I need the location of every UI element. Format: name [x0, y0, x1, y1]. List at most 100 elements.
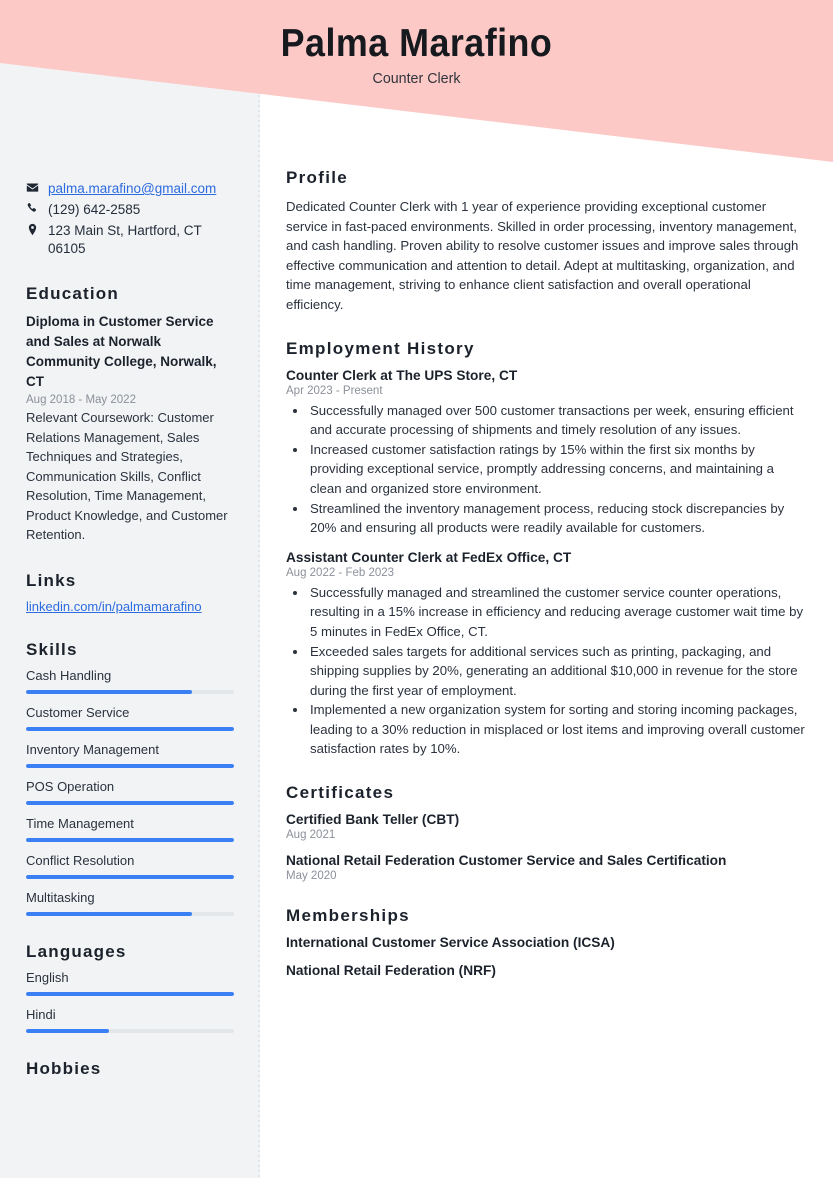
jobs-list: Counter Clerk at The UPS Store, CT Apr 20…: [286, 368, 806, 760]
skill-item: POS Operation: [26, 779, 234, 805]
membership-item: International Customer Service Associati…: [286, 935, 615, 951]
language-item-label: Hindi: [26, 1006, 56, 1022]
profile-section: Profile Dedicated Counter Clerk with 1 y…: [286, 168, 806, 315]
phone-icon: [26, 201, 48, 215]
membership-item: National Retail Federation (NRF): [286, 963, 496, 979]
languages-heading: Languages: [26, 941, 127, 961]
contact-email: palma.marafino@gmail.com: [48, 180, 216, 198]
skill-item-bar-fill: [26, 763, 234, 768]
skill-item-label: POS Operation: [26, 778, 115, 794]
job-bullet: Increased customer satisfaction ratings …: [308, 440, 806, 499]
skill-item-bar-fill: [26, 726, 234, 731]
certificate-title: Certified Bank Teller (CBT): [286, 812, 460, 828]
language-item-bar-fill: [26, 991, 234, 996]
skill-item: Multitasking: [26, 890, 234, 916]
sidebar: palma.marafino@gmail.com (129) 642-2585 …: [0, 0, 260, 1087]
skill-item-bar: [26, 837, 234, 842]
employment-section: Employment History Counter Clerk at The …: [286, 339, 806, 760]
skill-item-label: Inventory Management: [26, 741, 159, 757]
link-item: linkedin.com/in/palmamarafino: [26, 599, 234, 614]
job-bullets: Successfully managed over 500 customer t…: [286, 401, 806, 538]
skill-item-bar: [26, 689, 234, 694]
skill-item-bar-fill: [26, 689, 193, 694]
language-item-label: English: [26, 969, 69, 985]
skill-item-bar-fill: [26, 874, 234, 879]
skill-item-label: Customer Service: [26, 704, 130, 720]
education-date: Aug 2018 - May 2022: [26, 394, 136, 406]
skills-section: Skills Cash Handling Customer Service Inve…: [26, 640, 234, 916]
skill-item-label: Cash Handling: [26, 667, 112, 683]
skills-list: Cash Handling Customer Service Inventory M…: [26, 668, 234, 916]
links-heading: Links: [26, 570, 77, 590]
hobbies-heading: Hobbies: [26, 1058, 102, 1078]
email-link[interactable]: palma.marafino@gmail.com: [48, 181, 216, 196]
languages-list: English Hindi: [26, 970, 234, 1033]
certificate-title: National Retail Federation Customer Serv…: [286, 853, 727, 869]
education-item: Diploma in Customer Service and Sales at…: [26, 312, 234, 545]
certificate-item: Certified Bank Teller (CBT) Aug 2021: [286, 812, 806, 841]
skill-item-label: Multitasking: [26, 889, 95, 905]
certificates-list: Certified Bank Teller (CBT) Aug 2021 Natio…: [286, 812, 806, 882]
main-column: Profile Dedicated Counter Clerk with 1 y…: [286, 168, 806, 1002]
job-bullet: Implemented a new organization system fo…: [308, 700, 806, 759]
profile-text: Dedicated Counter Clerk with 1 year of e…: [286, 199, 799, 312]
linkedin-link[interactable]: linkedin.com/in/palmamarafino: [26, 599, 202, 614]
contact-address-row: 123 Main St, Hartford, CT 06105: [26, 222, 234, 258]
education-section: Education Diploma in Customer Service an…: [26, 284, 234, 545]
language-item-bar: [26, 991, 234, 996]
job-bullets: Successfully managed and streamlined the…: [286, 583, 806, 759]
skill-item: Cash Handling: [26, 668, 234, 694]
job-bullet: Successfully managed over 500 customer t…: [308, 401, 806, 440]
skills-heading: Skills: [26, 639, 78, 659]
contact-email-row: palma.marafino@gmail.com: [26, 180, 234, 198]
skill-item-bar: [26, 911, 234, 916]
skill-item-bar-fill: [26, 800, 234, 805]
memberships-heading: Memberships: [286, 906, 410, 926]
certificate-date: May 2020: [286, 870, 337, 883]
skill-item-bar: [26, 800, 234, 805]
job-bullet: Successfully managed and streamlined the…: [308, 583, 806, 642]
skill-item-bar: [26, 726, 234, 731]
certificates-section: Certificates Certified Bank Teller (CBT)…: [286, 783, 806, 882]
job-bullet: Streamlined the inventory management pro…: [308, 499, 806, 538]
education-description: Relevant Coursework: Customer Relations …: [26, 410, 228, 542]
links-section: Links linkedin.com/in/palmamarafino: [26, 571, 234, 614]
skill-item-bar-fill: [26, 837, 234, 842]
skill-item-bar-fill: [26, 911, 193, 916]
hobbies-section: Hobbies: [26, 1059, 234, 1079]
job-entry: Counter Clerk at The UPS Store, CT Apr 20…: [286, 368, 806, 538]
certificate-date: Aug 2021: [286, 829, 336, 842]
language-item-bar: [26, 1028, 234, 1033]
skill-item: Time Management: [26, 816, 234, 842]
map-pin-icon: [26, 222, 48, 236]
education-title: Diploma in Customer Service and Sales at…: [26, 314, 217, 389]
memberships-section: Memberships International Customer Servi…: [286, 906, 806, 978]
contact-address: 123 Main St, Hartford, CT 06105: [48, 223, 202, 256]
skill-item: Customer Service: [26, 705, 234, 731]
language-item: Hindi: [26, 1007, 234, 1033]
profile-heading: Profile: [286, 168, 349, 187]
skill-item-bar: [26, 763, 234, 768]
contact-block: palma.marafino@gmail.com (129) 642-2585 …: [26, 180, 234, 258]
job-title: Counter Clerk at The UPS Store, CT: [286, 367, 518, 383]
certificate-item: National Retail Federation Customer Serv…: [286, 853, 806, 882]
languages-section: Languages English Hindi: [26, 942, 234, 1033]
job-date: Aug 2022 - Feb 2023: [286, 566, 395, 579]
education-heading: Education: [26, 284, 119, 303]
skill-item-bar: [26, 874, 234, 879]
contact-phone-row: (129) 642-2585: [26, 201, 234, 219]
skill-item: Inventory Management: [26, 742, 234, 768]
job-title: Assistant Counter Clerk at FedEx Office,…: [286, 549, 572, 565]
certificates-heading: Certificates: [286, 783, 395, 803]
job-date: Apr 2023 - Present: [286, 384, 383, 397]
envelope-icon: [26, 180, 48, 194]
skill-item: Conflict Resolution: [26, 853, 234, 879]
job-entry: Assistant Counter Clerk at FedEx Office,…: [286, 550, 806, 759]
resume-page: Palma Marafino Counter Clerk palma.maraf…: [0, 0, 833, 1178]
language-item-bar-fill: [26, 1028, 110, 1033]
job-bullet: Exceeded sales targets for additional se…: [308, 642, 806, 701]
skill-item-label: Conflict Resolution: [26, 852, 135, 868]
skill-item-label: Time Management: [26, 815, 134, 831]
employment-heading: Employment History: [286, 338, 475, 358]
contact-phone: (129) 642-2585: [48, 202, 141, 217]
